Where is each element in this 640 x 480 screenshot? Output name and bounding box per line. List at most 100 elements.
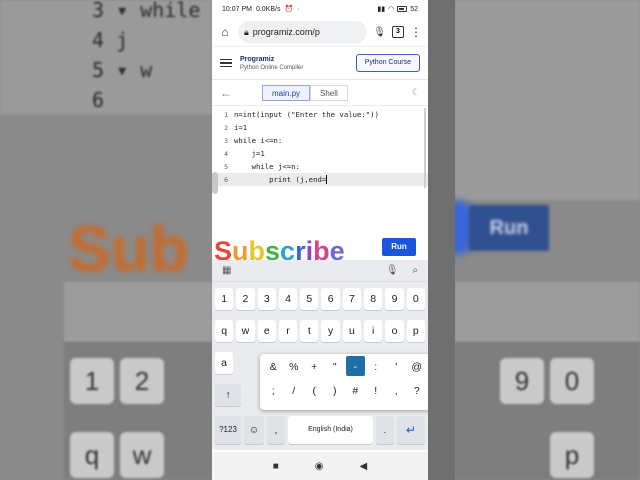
alarm-icon: ⏰ [284,6,294,13]
dot-icon: · [297,5,300,13]
search-icon[interactable]: ⌕ [412,265,418,276]
logo[interactable]: Programiz Python Online Compiler [240,56,303,71]
emoji-key[interactable]: ☺ [244,416,264,444]
code-line[interactable]: 4 j=1 [212,147,428,160]
symbol-popup: &% + " -: ' @ ; /() #!,? [260,354,428,410]
key-numbers-8[interactable]: 9 [385,288,404,310]
enter-key[interactable]: ↵ [397,416,425,444]
back-arrow-icon[interactable]: ← [220,86,236,100]
home-icon[interactable]: ⌂ [218,25,232,39]
symbol-key-popup_row1-7[interactable]: @ [408,356,427,376]
logo-text: Programiz [240,55,275,63]
key-numbers-3[interactable]: 4 [278,288,298,310]
key-row_q-7[interactable]: i [364,320,383,342]
clock: 10:07 PM [222,5,252,13]
symbol-key-popup_row1-5[interactable]: : [367,356,386,376]
menu-icon[interactable]: ⋮ [410,25,422,39]
wifi-icon: ◠ [388,6,395,13]
code-line[interactable]: 5 while j<=n: [212,160,428,173]
key-row_q-0[interactable]: q [215,320,234,342]
symbol-row-1: &% + " -: ' @ [260,354,428,378]
status-bar: 10:07 PM 0.0KB/s ⏰ · ▮▮ ◠ 52 [212,0,428,18]
code-editor[interactable]: 1 n=int(input ("Enter the value:")) 2 i=1 … [212,106,428,194]
key-row_q-3[interactable]: r [278,320,298,342]
python-course-button[interactable]: Python Course [355,54,420,72]
recents-icon[interactable]: ■ [273,461,279,472]
blurred-kb-toolbar [64,282,212,342]
key-numbers-4[interactable]: 5 [300,288,319,310]
hamburger-icon[interactable] [220,57,232,70]
net-speed: 0.0KB/s [255,5,281,13]
symbol-key-popup_row2-4[interactable]: # [346,380,365,400]
code-line[interactable]: 2 i=1 [212,121,428,134]
bg-line: 4 j [92,28,129,52]
key-numbers-9[interactable]: 0 [406,288,425,310]
key-row_q-9[interactable]: p [406,320,425,342]
key-row_q-8[interactable]: o [385,320,404,342]
lock-icon: 🔒︎ [244,26,249,37]
key-numbers-1[interactable]: 2 [236,288,255,310]
blurred-kb-toolbar [455,282,640,342]
symbol-key-popup_row1-2[interactable]: + [305,356,324,376]
symbol-key-popup_row2-3[interactable]: ) [326,380,345,400]
signal-icon: ▮▮ [377,6,386,13]
tab-switcher-button[interactable]: 3 [392,26,404,38]
symbols-key[interactable]: ?123 [215,416,241,444]
symbol-key-popup_row2-0[interactable]: ; [264,380,283,400]
dark-mode-icon[interactable]: ☾ [412,87,420,98]
key-row_q-2[interactable]: e [257,320,276,342]
symbol-key-popup_row2-5[interactable]: ! [367,380,386,400]
browser-toolbar: ⌂ 🔒︎ programiz.com/p 🎙︎ 3 ⋮ [212,18,428,46]
period-key[interactable]: . [376,416,394,444]
home-nav-icon[interactable]: ◉ [315,461,324,472]
code-line[interactable]: 1 n=int(input ("Enter the value:")) [212,108,428,121]
battery-level: 52 [410,5,418,13]
text-cursor [326,175,328,184]
symbol-key-popup_row1-0[interactable]: & [264,356,283,376]
key-row_q-5[interactable]: y [321,320,340,342]
key-row_q-1[interactable]: w [236,320,255,342]
phone-screen: 10:07 PM 0.0KB/s ⏰ · ▮▮ ◠ 52 ⌂ 🔒︎ progra… [212,0,428,480]
edge-handle[interactable] [212,172,218,194]
symbol-key-popup_row1-6[interactable]: ' [387,356,406,376]
shift-key[interactable]: ↑ [215,384,241,406]
space-key[interactable]: English (India) [288,416,373,444]
blurred-keys: 1 2 q w [64,342,212,480]
key-numbers-6[interactable]: 7 [342,288,362,310]
apps-grid-icon[interactable]: ▦ [222,265,231,276]
code-line-current[interactable]: 6 print (j,end= [212,173,428,186]
symbol-key-popup_row2-1[interactable]: / [285,380,304,400]
run-button[interactable]: Run [382,238,416,256]
code-line[interactable]: 3 while i<=n: [212,134,428,147]
bg-line: 3 ▾ while [92,0,201,22]
key-numbers-0[interactable]: 1 [215,288,234,310]
key-a[interactable]: a [215,352,233,374]
bg-key: q [70,432,114,478]
symbol-key-popup_row1-3[interactable]: " [326,356,345,376]
key-numbers-7[interactable]: 8 [364,288,383,310]
key-numbers-5[interactable]: 6 [321,288,340,310]
android-nav-bar: ■ ◉ ◀ [212,452,428,480]
back-nav-icon[interactable]: ◀ [360,461,368,472]
key-numbers-2[interactable]: 3 [257,288,276,310]
symbol-key-popup_row1-1[interactable]: % [285,356,304,376]
key-row_q-6[interactable]: u [342,320,362,342]
url-text: programiz.com/p [252,27,320,37]
tab-shell[interactable]: Shell [310,84,348,101]
key-row_q-4[interactable]: t [300,320,319,342]
key-row-numbers: 1234567890 [215,288,425,310]
symbol-key-popup_row1-4[interactable]: - [346,356,365,376]
comma-key[interactable]: , [267,416,285,444]
tab-main-py[interactable]: main.py [262,84,311,101]
editor-scrollbar[interactable] [424,108,426,188]
bg-key: 1 [70,358,114,404]
mic-icon[interactable]: 🎙︎ [373,27,386,38]
symbol-key-popup_row2-2[interactable]: ( [305,380,324,400]
address-bar[interactable]: 🔒︎ programiz.com/p [238,21,368,43]
bg-key: 9 [500,358,544,404]
symbol-key-popup_row2-6[interactable]: , [387,380,406,400]
logo-subtitle: Python Online Compiler [240,64,304,71]
screen: 3 ▾ while 4 j 5 ▾ w 6 Sub 1 2 q w Run 9 … [0,0,640,480]
symbol-key-popup_row2-7[interactable]: ? [408,380,427,400]
voice-input-icon[interactable]: 🎙︎ [386,265,399,276]
